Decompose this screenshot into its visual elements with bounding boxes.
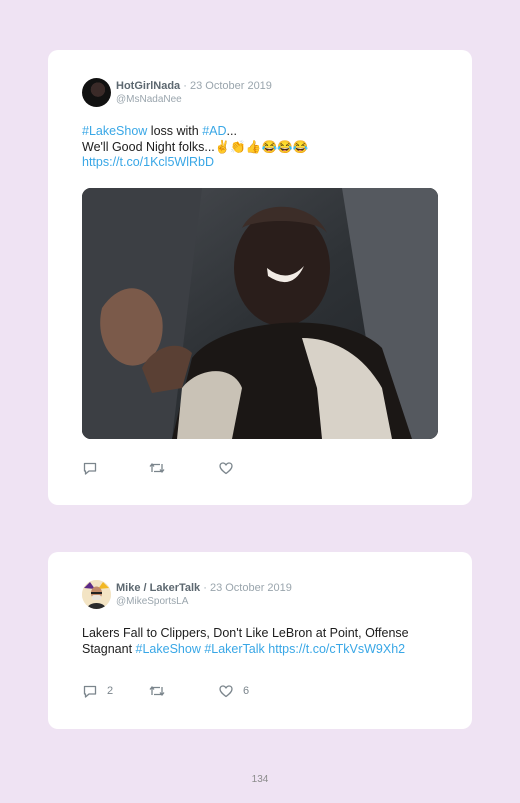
hashtag-link[interactable]: #AD bbox=[202, 124, 226, 138]
like-button[interactable]: 6 bbox=[218, 683, 249, 699]
author-row: Mike / LakerTalk · 23 October 2019 bbox=[116, 582, 292, 594]
tweet-text: #LakeShow loss with #AD... We'll Good Ni… bbox=[82, 124, 442, 171]
tweet-media-video[interactable] bbox=[82, 188, 438, 439]
author-row: HotGirlNada · 23 October 2019 bbox=[116, 80, 272, 92]
reply-icon bbox=[83, 462, 97, 475]
retweet-icon bbox=[149, 685, 165, 697]
tweet-text-segment: Stagnant bbox=[82, 641, 136, 656]
tweet-text-segment: Lakers Fall to Clippers, Don't Like LeBr… bbox=[82, 626, 409, 640]
hashtag-link[interactable]: #LakeShow bbox=[136, 642, 201, 656]
tweet-text-segment: ... bbox=[226, 124, 237, 138]
hashtag-link[interactable]: #LakerTalk bbox=[204, 642, 264, 656]
tweet-url-link[interactable]: https://t.co/cTkVsW9Xh2 bbox=[268, 642, 405, 656]
hashtag-link[interactable]: #LakeShow bbox=[82, 124, 147, 138]
tweet-url-link[interactable]: https://t.co/1Kcl5WlRbD bbox=[82, 155, 214, 169]
reply-icon bbox=[83, 685, 97, 698]
avatar[interactable] bbox=[82, 78, 111, 107]
tweet-text-segment: loss with bbox=[147, 124, 203, 138]
heart-icon bbox=[219, 685, 233, 698]
retweet-icon bbox=[149, 462, 165, 474]
tweet-date: · 23 October 2019 bbox=[183, 80, 272, 92]
like-button[interactable] bbox=[218, 460, 243, 476]
reply-count: 2 bbox=[107, 685, 114, 697]
like-count: 6 bbox=[243, 685, 250, 697]
author-handle[interactable]: @MikeSportsLA bbox=[116, 596, 188, 607]
author-handle[interactable]: @MsNadaNee bbox=[116, 94, 182, 105]
video-frame-image bbox=[82, 188, 438, 439]
page-number: 134 bbox=[251, 774, 269, 785]
tweet-date: · 23 October 2019 bbox=[203, 582, 292, 594]
tweet-card: Mike / LakerTalk · 23 October 2019 @Mike… bbox=[48, 552, 472, 729]
avatar[interactable] bbox=[82, 580, 111, 609]
reply-button[interactable]: 2 bbox=[82, 683, 113, 699]
tweet-actions bbox=[82, 460, 382, 476]
avatar-image bbox=[82, 580, 111, 609]
tweet-text-segment: We'll Good Night folks...✌️👏👍😂😂😂 bbox=[82, 139, 309, 154]
reply-button[interactable] bbox=[82, 460, 107, 476]
author-name[interactable]: HotGirlNada bbox=[116, 80, 180, 92]
retweet-button[interactable] bbox=[148, 460, 175, 476]
retweet-button[interactable] bbox=[148, 683, 175, 699]
author-name[interactable]: Mike / LakerTalk bbox=[116, 582, 200, 594]
heart-icon bbox=[219, 462, 233, 475]
tweet-text: Lakers Fall to Clippers, Don't Like LeBr… bbox=[82, 626, 452, 657]
tweet-card: HotGirlNada · 23 October 2019 @MsNadaNee… bbox=[48, 50, 472, 505]
tweet-actions: 2 6 bbox=[82, 683, 382, 699]
